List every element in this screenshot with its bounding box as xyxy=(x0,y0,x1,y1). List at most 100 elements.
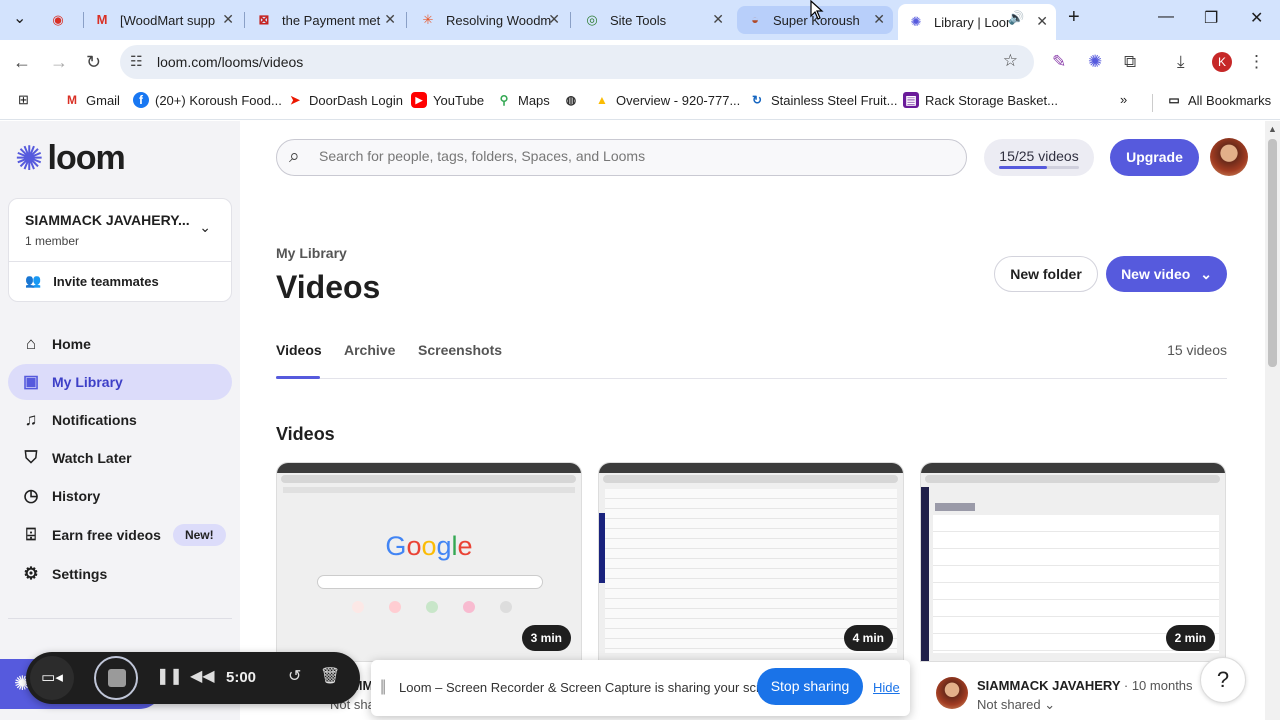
close-tab-icon[interactable]: ✕ xyxy=(1036,13,1048,30)
tab-title: the Payment met xyxy=(282,12,381,28)
trash-icon[interactable]: 🗑 xyxy=(320,666,340,686)
bookmark-maps[interactable]: ⚲ Maps xyxy=(496,92,550,108)
back-icon[interactable]: ← xyxy=(13,52,31,73)
tab-screenshots[interactable]: Screenshots xyxy=(418,342,502,358)
url-text[interactable]: loom.com/looms/videos xyxy=(157,54,303,70)
restore-icon[interactable]: ❐ xyxy=(1204,8,1218,28)
avatar[interactable] xyxy=(936,677,968,709)
chevron-down-icon[interactable]: ⌄ xyxy=(199,219,211,236)
bookmark-rack-storage[interactable]: ▤ Rack Storage Basket... xyxy=(903,92,1058,108)
sidebar-item-home[interactable]: ⌂ Home xyxy=(8,326,232,362)
sidebar-item-settings[interactable]: ⚙ Settings xyxy=(8,556,232,592)
rewind-icon[interactable]: ◀◀ xyxy=(190,666,215,686)
video-card-meta: SIAMMACK JAVAHERY · 10 months Not shared… xyxy=(936,675,1226,719)
video-quota-pill[interactable]: 15/25 videos xyxy=(984,139,1094,176)
bookmark-koroush-food[interactable]: f (20+) Koroush Food... xyxy=(133,92,282,108)
scrollbar-thumb[interactable] xyxy=(1268,139,1277,367)
x-box-icon: ⊠ xyxy=(258,12,270,27)
search-bar[interactable]: ⌕ xyxy=(276,139,967,176)
tab-videos[interactable]: Videos xyxy=(276,342,322,358)
new-folder-button[interactable]: New folder xyxy=(994,256,1098,292)
bookmark-youtube[interactable]: ▶ YouTube xyxy=(411,92,484,108)
video-card[interactable]: 2 min xyxy=(920,462,1226,662)
sidebar-item-watch-later[interactable]: ⛉ Watch Later xyxy=(8,440,232,476)
workspace-name[interactable]: SIAMMACK JAVAHERY... xyxy=(25,212,190,228)
browser-tab-gmail[interactable]: M [WoodMart supp ✕ xyxy=(84,6,242,34)
bookmark-globe[interactable]: ◍ xyxy=(563,92,585,108)
browser-toolbar: ← → ↻ ☷ loom.com/looms/videos ☆ ✎ ✺ ⧉ ⤓ … xyxy=(0,40,1280,86)
loom-logo-icon: ✺ xyxy=(15,139,44,178)
avatar[interactable] xyxy=(1210,138,1248,176)
bookmark-gmail[interactable]: M Gmail xyxy=(64,92,120,108)
bookmark-stainless[interactable]: ↻ Stainless Steel Fruit... xyxy=(749,92,897,108)
reload-icon[interactable]: ↻ xyxy=(86,52,101,73)
bookmark-doordash[interactable]: ➤ DoorDash Login xyxy=(287,92,403,108)
minimize-icon[interactable]: — xyxy=(1158,8,1174,26)
video-card[interactable]: 4 min xyxy=(598,462,904,662)
tab-archive[interactable]: Archive xyxy=(344,342,395,358)
bookmark-overview[interactable]: ▲ Overview - 920-777... xyxy=(594,92,740,108)
profile-icon[interactable]: K xyxy=(1212,52,1232,72)
invite-teammates-button[interactable]: 👥 Invite teammates xyxy=(25,273,159,289)
browser-tab-payment[interactable]: ⊠ the Payment met ✕ xyxy=(246,6,404,34)
new-video-button[interactable]: New video ⌄ xyxy=(1106,256,1227,292)
sidebar-item-notifications[interactable]: ♫ Notifications xyxy=(8,402,232,438)
restart-icon[interactable]: ↺ xyxy=(288,666,301,686)
browser-tab-resolving[interactable]: ✳ Resolving Woodm ✕ xyxy=(410,6,568,34)
extensions-icon[interactable]: ⧉ xyxy=(1124,52,1136,72)
loom-extension-icon[interactable]: ✺ xyxy=(1088,52,1102,72)
bookmarks-more[interactable]: » xyxy=(1120,92,1127,107)
bookmark-label: Overview - 920-777... xyxy=(616,92,741,108)
close-window-icon[interactable]: ✕ xyxy=(1250,8,1263,28)
recording-timer: 5:00 xyxy=(226,669,257,686)
google-logo-letter: g xyxy=(436,531,452,561)
browser-tab-site-tools[interactable]: ◎ Site Tools ✕ xyxy=(574,6,732,34)
apps-icon[interactable]: ⊞ xyxy=(18,92,29,108)
maps-icon: ⚲ xyxy=(499,93,509,107)
sidebar-item-my-library[interactable]: ▣ My Library xyxy=(8,364,232,400)
google-logo-letter: G xyxy=(385,531,407,561)
breadcrumb[interactable]: My Library xyxy=(276,245,347,261)
sidebar-item-label: Notifications xyxy=(52,412,137,428)
pause-icon[interactable]: ❚❚ xyxy=(156,666,183,686)
library-tabs: Videos Archive Screenshots 15 videos xyxy=(276,337,1227,379)
record-icon: ◉ xyxy=(52,12,64,27)
sidebar-item-history[interactable]: ◷ History xyxy=(8,478,232,514)
loom-icon: ✺ xyxy=(910,14,922,29)
site-tools-icon: ◎ xyxy=(586,12,598,27)
loom-logo[interactable]: ✺ loom xyxy=(15,139,126,178)
drag-handle-icon[interactable]: || xyxy=(380,678,386,696)
help-button[interactable]: ? xyxy=(1200,657,1246,703)
site-info-icon[interactable]: ☷ xyxy=(130,53,143,70)
close-tab-icon[interactable]: ✕ xyxy=(384,11,396,28)
all-bookmarks[interactable]: ▭ All Bookmarks xyxy=(1166,92,1271,108)
pen-extension-icon[interactable]: ✎ xyxy=(1052,52,1066,72)
close-tab-icon[interactable]: ✕ xyxy=(548,11,560,28)
close-tab-icon[interactable]: ✕ xyxy=(712,11,724,28)
sidebar-item-earn-free-videos[interactable]: ⌹ Earn free videos New! xyxy=(8,517,232,553)
stop-sharing-button[interactable]: Stop sharing xyxy=(757,668,863,705)
thumbnail-addressbar xyxy=(925,475,1220,483)
bookmark-label: Maps xyxy=(518,92,550,108)
close-tab-icon[interactable]: ✕ xyxy=(873,11,885,28)
browser-tab-loom-library[interactable]: ✺ Library | Loom 🔊 ✕ xyxy=(898,4,1056,40)
speaker-icon[interactable]: 🔊 xyxy=(1008,10,1024,26)
camera-toggle-icon[interactable]: ▭◂ xyxy=(30,656,74,700)
video-card[interactable]: Google 3 min xyxy=(276,462,582,662)
library-icon: ▣ xyxy=(22,372,40,391)
share-status[interactable]: Not shared ⌄ xyxy=(977,697,1055,713)
upgrade-button[interactable]: Upgrade xyxy=(1110,139,1199,176)
scroll-up-icon[interactable]: ▲ xyxy=(1268,124,1277,134)
tab-search-chevron-icon[interactable]: ⌄ xyxy=(13,8,26,28)
download-icon[interactable]: ⤓ xyxy=(1177,52,1185,72)
bookmark-star-icon[interactable]: ☆ xyxy=(1003,51,1018,71)
address-bar[interactable]: ☷ loom.com/looms/videos ☆ xyxy=(120,45,1034,79)
forward-icon[interactable]: → xyxy=(50,52,68,73)
menu-icon[interactable]: ⋮ xyxy=(1248,52,1265,72)
close-tab-icon[interactable]: ✕ xyxy=(222,11,234,28)
browser-tab-recording[interactable]: ◉ xyxy=(40,6,82,34)
hide-link[interactable]: Hide xyxy=(873,680,900,695)
search-input[interactable] xyxy=(319,148,919,164)
page-scrollbar[interactable]: ▲ xyxy=(1265,121,1280,720)
new-tab-icon[interactable]: + xyxy=(1068,6,1080,29)
